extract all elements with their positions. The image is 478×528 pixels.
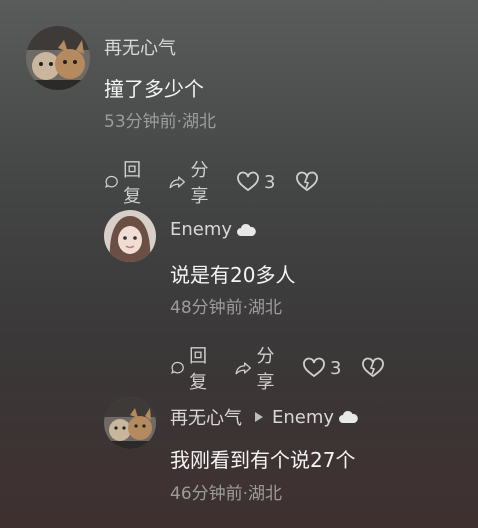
- username[interactable]: 再无心气: [104, 34, 176, 60]
- comment-text: 撞了多少个: [104, 77, 204, 101]
- avatar[interactable]: [104, 210, 156, 262]
- reply-button[interactable]: 回复: [170, 342, 214, 394]
- dislike-button[interactable]: [361, 357, 389, 379]
- reply-label: 回复: [189, 346, 208, 393]
- timestamp-location: 53分钟前·湖北: [104, 112, 217, 132]
- comment-text: 我刚看到有个说27个: [170, 448, 356, 472]
- reply-button[interactable]: 回复: [104, 156, 148, 208]
- username-reply-line: 再无心气 Enemy: [170, 404, 358, 430]
- share-label: 分享: [256, 346, 275, 393]
- share-button[interactable]: 分享: [168, 156, 216, 208]
- speech-bubble-icon: [171, 361, 184, 374]
- cloud-badge-icon: [237, 223, 256, 236]
- username[interactable]: 再无心气: [170, 404, 242, 430]
- reply-label: 回复: [123, 160, 142, 207]
- heart-icon: [303, 357, 325, 378]
- username-text: Enemy: [170, 219, 233, 240]
- share-arrow-icon: [169, 176, 185, 189]
- share-label: 分享: [190, 160, 209, 207]
- speech-bubble-icon: [105, 175, 118, 188]
- like-count: 3: [330, 357, 342, 379]
- comment-actions: 回复 分享 3: [104, 156, 343, 208]
- reply-to-username[interactable]: Enemy: [272, 407, 334, 428]
- share-arrow-icon: [235, 362, 251, 375]
- timestamp-location: 46分钟前·湖北: [170, 484, 283, 504]
- share-button[interactable]: 分享: [234, 342, 282, 394]
- avatar[interactable]: [26, 26, 90, 90]
- broken-heart-icon: [296, 171, 319, 192]
- broken-heart-icon: [362, 357, 385, 378]
- like-count: 3: [264, 171, 276, 193]
- timestamp-location: 48分钟前·湖北: [170, 298, 283, 318]
- dislike-button[interactable]: [295, 171, 323, 193]
- triangle-right-icon: [255, 412, 263, 422]
- cloud-badge-icon: [339, 410, 358, 423]
- comment-text: 说是有20多人: [170, 263, 296, 287]
- comment-actions: 回复 分享 3: [170, 342, 409, 394]
- heart-icon: [237, 171, 259, 192]
- avatar[interactable]: [104, 397, 156, 449]
- username[interactable]: Enemy: [170, 219, 256, 240]
- like-button[interactable]: 3: [302, 357, 341, 379]
- like-button[interactable]: 3: [236, 171, 275, 193]
